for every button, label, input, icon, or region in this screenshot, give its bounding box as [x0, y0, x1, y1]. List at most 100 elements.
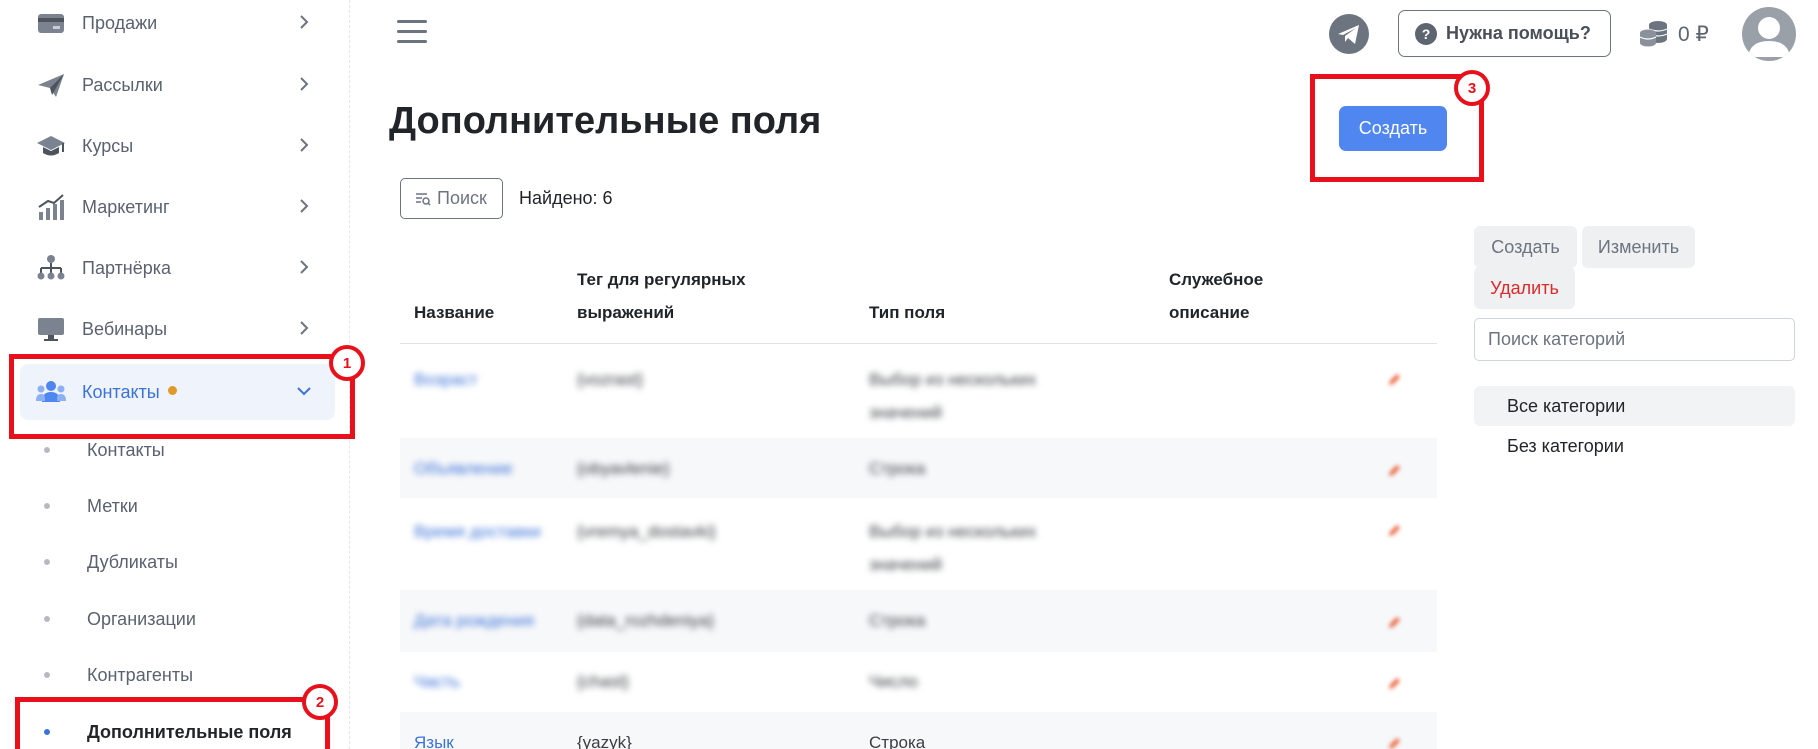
sidebar-subitem-label: Контакты — [87, 439, 165, 460]
sidebar-subitem-organizations[interactable]: Организации — [44, 604, 196, 634]
column-header-tag-line: выражений — [577, 303, 675, 322]
paper-plane-icon — [38, 74, 64, 97]
sidebar-item-label: Курсы — [82, 135, 134, 156]
field-type: Строка — [869, 733, 926, 749]
sidebar-subitem-tags[interactable]: Метки — [44, 491, 138, 521]
column-header-tag[interactable]: Тег для регулярных выражений — [577, 263, 746, 329]
telegram-icon[interactable] — [1329, 14, 1369, 54]
field-name-link[interactable]: Дата рождения — [414, 604, 534, 637]
search-button-label: Поиск — [437, 188, 487, 208]
field-name-link[interactable]: Часть — [414, 665, 460, 698]
sidebar-item-mailings[interactable]: Рассылки — [20, 60, 335, 110]
field-name-link[interactable]: Язык — [414, 726, 454, 749]
menu-toggle-icon[interactable] — [397, 20, 427, 46]
sidebar-subitem-label: Метки — [87, 495, 138, 516]
bullet-icon — [44, 503, 50, 509]
question-icon: ? — [1415, 22, 1437, 45]
field-name-link[interactable]: Возраст — [414, 363, 478, 396]
bullet-icon — [44, 447, 50, 453]
search-button[interactable]: Поиск — [400, 178, 503, 219]
chevron-right-icon — [300, 77, 309, 91]
edit-icon[interactable] — [1387, 373, 1401, 387]
sidebar-item-webinars[interactable]: Вебинары — [20, 304, 335, 354]
column-header-description[interactable]: Служебное описание — [1169, 263, 1263, 329]
category-delete-button[interactable]: Удалить — [1474, 267, 1575, 309]
chevron-right-icon — [300, 15, 309, 29]
field-type: Выбор из нескольких значений — [869, 515, 1036, 581]
sidebar-subitem-contacts[interactable]: Контакты — [44, 435, 165, 465]
edit-icon[interactable] — [1387, 737, 1401, 749]
custom-fields-table: Название Тег для регулярных выражений Ти… — [400, 260, 1437, 749]
field-type-line: значений — [869, 555, 942, 574]
chevron-right-icon — [300, 321, 309, 335]
field-type: Число — [869, 672, 918, 691]
field-name-link[interactable]: Объявление — [414, 452, 513, 485]
sidebar-item-label: Партнёрка — [82, 257, 172, 278]
create-button[interactable]: Создать — [1339, 106, 1447, 151]
sidebar-subitem-duplicates[interactable]: Дубликаты — [44, 547, 178, 577]
column-header-name[interactable]: Название — [414, 296, 494, 329]
table-row: Часть {chast} Число — [400, 652, 1437, 712]
sidebar-item-label: Продажи — [82, 12, 158, 33]
column-header-description-line: описание — [1169, 303, 1250, 322]
help-button-label: Нужна помощь? — [1446, 23, 1591, 43]
sidebar-item-sales[interactable]: Продажи — [20, 0, 335, 48]
found-count: Найдено: 6 — [519, 188, 613, 208]
field-type: Строка — [869, 611, 926, 630]
table-row: Дата рождения {data_rozhdeniya} Строка — [400, 590, 1437, 652]
monitor-icon — [38, 318, 64, 341]
sidebar-subitem-label: Дубликаты — [87, 551, 178, 572]
field-type-line: Выбор из нескольких — [869, 522, 1037, 541]
coins-icon — [1639, 21, 1668, 47]
sidebar-item-label: Вебинары — [82, 318, 168, 339]
field-tag: {vremya_dostavki} — [577, 522, 716, 541]
page-title: Дополнительные поля — [389, 100, 822, 142]
field-type: Выбор из нескольких значений — [869, 363, 1036, 429]
bullet-icon — [44, 616, 50, 622]
edit-icon[interactable] — [1387, 677, 1401, 691]
chevron-right-icon — [300, 260, 309, 274]
table-row: Возраст {vozrast} Выбор из нескольких зн… — [400, 346, 1437, 438]
sidebar-item-courses[interactable]: Курсы — [20, 121, 335, 171]
edit-icon[interactable] — [1387, 524, 1401, 538]
field-tag: {obyavlenie} — [577, 459, 670, 478]
table-row: Время доставки {vremya_dostavki} Выбор и… — [400, 498, 1437, 590]
sidebar-subitem-counterparties[interactable]: Контрагенты — [44, 660, 193, 690]
category-edit-button[interactable]: Изменить — [1582, 226, 1695, 268]
field-type: Строка — [869, 459, 926, 478]
sidebar-item-partner[interactable]: Партнёрка — [20, 243, 335, 293]
annotation-badge: 1 — [329, 345, 365, 381]
category-item-all[interactable]: Все категории — [1474, 386, 1795, 426]
growth-chart-icon — [38, 194, 64, 220]
balance-amount: 0 ₽ — [1678, 22, 1709, 46]
sidebar-subitem-label: Контрагенты — [87, 664, 194, 685]
edit-icon[interactable] — [1387, 464, 1401, 478]
chevron-right-icon — [300, 138, 309, 152]
edit-icon[interactable] — [1387, 616, 1401, 630]
chevron-right-icon — [300, 199, 309, 213]
bullet-icon — [44, 672, 50, 678]
avatar[interactable] — [1742, 7, 1796, 61]
field-name-link[interactable]: Время доставки — [414, 515, 541, 548]
table-header: Название Тег для регулярных выражений Ти… — [400, 260, 1437, 344]
help-button[interactable]: ? Нужна помощь? — [1398, 10, 1611, 57]
column-header-description-line: Служебное — [1169, 270, 1264, 289]
category-item-none[interactable]: Без категории — [1474, 426, 1795, 466]
balance[interactable]: 0 ₽ — [1638, 18, 1709, 50]
category-create-button[interactable]: Создать — [1474, 226, 1577, 268]
annotation-badge: 2 — [302, 684, 338, 720]
filter-search-icon — [416, 192, 431, 206]
field-tag: {chast} — [577, 672, 629, 691]
network-icon — [37, 255, 65, 280]
category-search-input[interactable]: Поиск категорий — [1474, 318, 1795, 361]
sidebar-item-marketing[interactable]: Маркетинг — [20, 182, 335, 232]
column-header-tag-line: Тег для регулярных — [577, 270, 746, 289]
user-icon — [1748, 17, 1790, 57]
graduation-cap-icon — [37, 136, 65, 156]
field-tag: {vozrast} — [577, 370, 644, 389]
annotation-badge: 3 — [1454, 70, 1490, 106]
sidebar-subitem-label: Организации — [87, 608, 196, 629]
column-header-type[interactable]: Тип поля — [869, 296, 945, 329]
highlight-box-custom-fields — [15, 697, 330, 749]
bullet-icon — [44, 559, 50, 565]
